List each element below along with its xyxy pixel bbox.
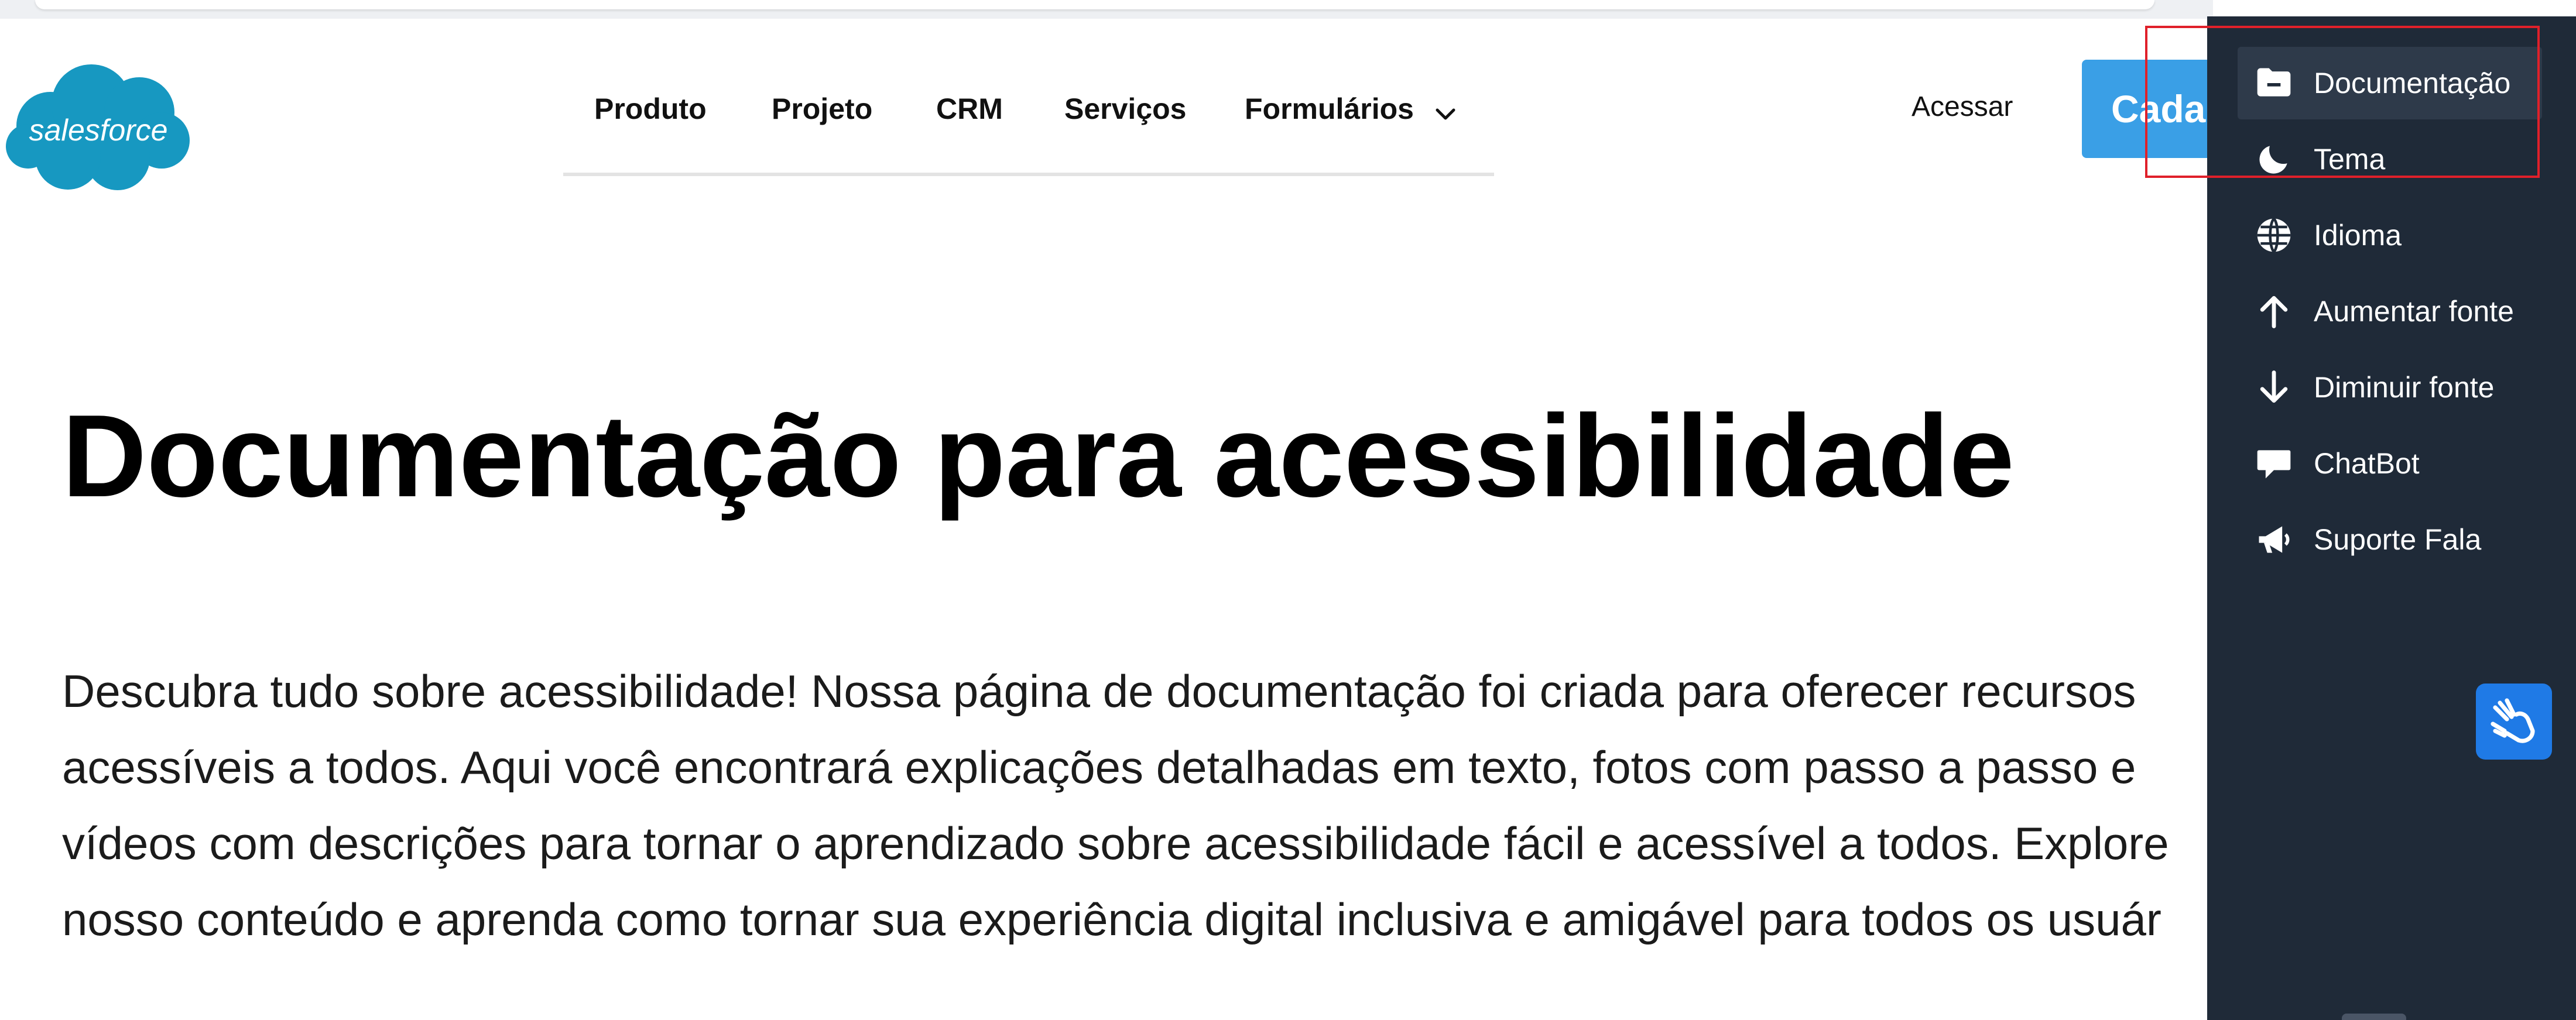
arrow-down-icon <box>2252 365 2296 410</box>
page: salesforce Produto Projeto CRM Serviços … <box>0 0 2576 1020</box>
folder-icon <box>2252 61 2296 105</box>
nav-label: Projeto <box>772 92 873 125</box>
nav-label: Produto <box>594 92 707 125</box>
main-nav: Produto Projeto CRM Serviços Formulários <box>563 85 1494 176</box>
arrow-up-icon <box>2252 289 2296 334</box>
page-description: Descubra tudo sobre acessibilidade! Noss… <box>62 665 2169 945</box>
megaphone-icon <box>2252 517 2296 562</box>
globe-icon <box>2252 213 2296 257</box>
a11y-item-label: Suporte Fala <box>2314 523 2482 556</box>
nav-label: Formulários <box>1245 92 1414 125</box>
cloud-logo-icon: salesforce <box>6 64 190 190</box>
sign-language-hands-icon <box>2491 698 2535 743</box>
logo-wordmark: salesforce <box>29 114 168 147</box>
sign-language-button[interactable] <box>2476 684 2552 760</box>
nav-label: Serviços <box>1064 92 1187 125</box>
nav-item-servicos[interactable]: Serviços <box>1064 92 1186 126</box>
a11y-item-documentacao[interactable]: Documentação <box>2238 47 2542 119</box>
chat-bubble-icon <box>2252 441 2296 486</box>
a11y-item-chatbot[interactable]: ChatBot <box>2238 427 2542 500</box>
salesforce-logo[interactable]: salesforce <box>4 59 194 193</box>
nav-item-formularios[interactable]: Formulários <box>1245 92 1456 128</box>
moon-icon <box>2252 137 2296 181</box>
login-link[interactable]: Acessar <box>1912 91 2013 123</box>
nav-item-projeto[interactable]: Projeto <box>772 92 872 126</box>
a11y-item-idioma[interactable]: Idioma <box>2238 199 2542 272</box>
a11y-item-label: Diminuir fonte <box>2314 371 2495 404</box>
nav-item-produto[interactable]: Produto <box>594 92 707 126</box>
address-bar-edge <box>35 0 2154 9</box>
a11y-item-diminuir-fonte[interactable]: Diminuir fonte <box>2238 351 2542 424</box>
chevron-down-icon <box>1435 94 1456 128</box>
a11y-item-aumentar-fonte[interactable]: Aumentar fonte <box>2238 275 2542 348</box>
a11y-item-suporte-fala[interactable]: Suporte Fala <box>2238 503 2542 576</box>
a11y-item-label: Idioma <box>2314 219 2402 252</box>
a11y-item-label: Documentação <box>2314 67 2511 99</box>
panel-scroll-handle[interactable] <box>2342 1014 2406 1020</box>
a11y-item-label: Tema <box>2314 143 2386 176</box>
accessibility-panel: Documentação Tema Idioma Aumentar fonte <box>2207 16 2576 1020</box>
a11y-item-tema[interactable]: Tema <box>2238 123 2542 195</box>
browser-top-strip <box>0 0 2213 19</box>
a11y-item-label: ChatBot <box>2314 447 2420 480</box>
a11y-item-label: Aumentar fonte <box>2314 295 2514 328</box>
nav-label: CRM <box>936 92 1003 125</box>
nav-item-crm[interactable]: CRM <box>936 92 1003 126</box>
page-title: Documentação para acessibilidade <box>62 391 2015 521</box>
